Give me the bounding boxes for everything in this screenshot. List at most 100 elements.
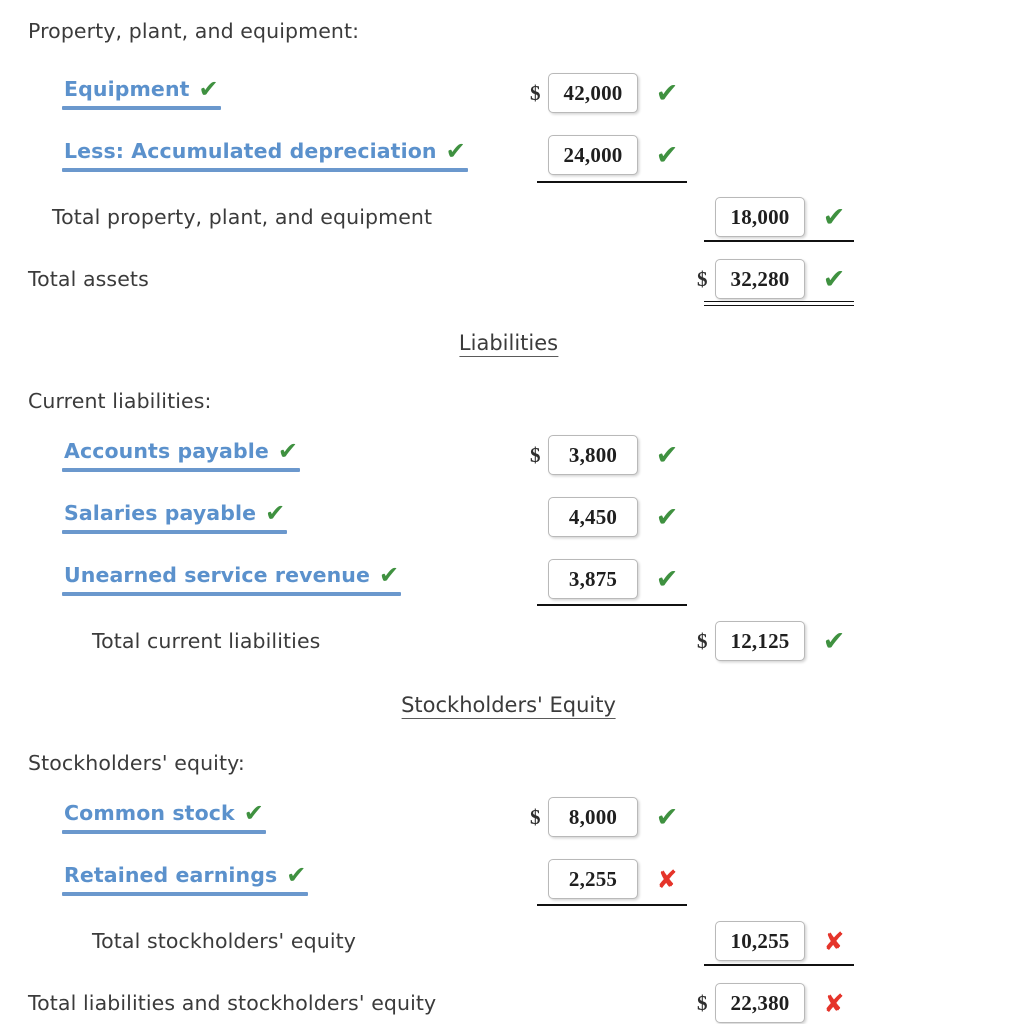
row-total-stockholders-equity: Total stockholders' equity $ 10,255 ✘ [0,910,1017,972]
value-column-2 [697,124,864,186]
currency-symbol: $ [697,266,708,291]
row-common-stock: Common stock ✔ $ 8,000 ✔ [0,786,1017,848]
value-total-stockholders-equity[interactable]: 10,255 [715,921,805,961]
section-heading-stockholders-equity: Stockholders' Equity [0,672,1017,740]
row-total-current-liabilities: Total current liabilities $ 12,125 ✔ [0,610,1017,672]
check-icon: ✔ [655,139,679,171]
total-liabilities-and-equity-label: Total liabilities and stockholders' equi… [28,991,437,1015]
account-select-common-stock[interactable]: Common stock ✔ [62,801,266,834]
total-current-liabilities-label: Total current liabilities [92,629,321,653]
account-select-unearned-service-revenue[interactable]: Unearned service revenue ✔ [62,560,402,596]
currency-symbol: $ [697,990,708,1015]
account-select-equipment[interactable]: Equipment ✔ [62,77,221,110]
check-icon: ✔ [655,77,679,109]
value-accumulated-depreciation[interactable]: 24,000 [548,135,638,175]
value-total-current-liabilities[interactable]: 12,125 [715,621,805,661]
check-icon: ✔ [265,498,286,527]
value-column-1: $ 42,000 ✔ [530,62,697,124]
row-total-assets: Total assets $ 32,280 ✔ [0,248,1017,310]
subtotal-rule [704,240,854,242]
ppe-header-label: Property, plant, and equipment: [28,19,360,43]
row-accumulated-depreciation: Less: Accumulated depreciation ✔ $ 24,00… [0,124,1017,186]
stockholders-equity-header-label: Stockholders' equity: [28,751,245,775]
value-column-1 [530,910,697,972]
balance-sheet-worksheet: Property, plant, and equipment: Equipmen… [0,0,1017,1024]
select-underline [62,467,300,472]
cross-icon: ✘ [823,926,845,956]
value-column-1: $ 4,450 ✔ [530,486,697,548]
value-accounts-payable[interactable]: 3,800 [548,435,638,475]
value-column-2: $ 22,380 ✘ [697,972,864,1024]
check-icon: ✔ [655,501,679,533]
select-underline [62,591,402,596]
row-unearned-service-revenue: Unearned service revenue ✔ $ 3,875 ✔ [0,548,1017,610]
subtotal-rule [537,904,687,906]
value-column-1: $ 3,800 ✔ [530,424,697,486]
section-header-ppe: Property, plant, and equipment: [0,0,1017,62]
select-underline [62,105,221,110]
liabilities-heading-text: Liabilities [458,331,559,357]
value-column-2: $ 10,255 ✘ [697,910,864,972]
stockholders-equity-heading-text: Stockholders' Equity [401,693,616,719]
row-accounts-payable: Accounts payable ✔ $ 3,800 ✔ [0,424,1017,486]
current-liabilities-header-label: Current liabilities: [28,389,212,413]
select-underline [62,167,468,172]
currency-symbol: $ [530,80,541,105]
account-select-accumulated-depreciation[interactable]: Less: Accumulated depreciation ✔ [62,139,468,172]
account-select-salaries-payable[interactable]: Salaries payable ✔ [62,498,288,534]
value-salaries-payable[interactable]: 4,450 [548,497,638,537]
check-icon: ✔ [655,439,679,471]
value-column-1 [530,248,697,310]
row-total-liabilities-and-stockholders-equity: Total liabilities and stockholders' equi… [0,972,1017,1024]
account-select-retained-earnings[interactable]: Retained earnings ✔ [62,860,309,896]
account-select-common-stock-label: Common stock [64,800,235,825]
select-underline [62,891,309,896]
check-icon: ✔ [198,74,219,103]
check-icon: ✔ [655,563,679,595]
value-column-1: $ 2,255 ✘ [530,848,697,910]
account-select-accounts-payable-label: Accounts payable [64,438,269,463]
account-select-salaries-payable-label: Salaries payable [64,500,257,525]
select-underline [62,829,266,834]
value-unearned-service-revenue[interactable]: 3,875 [548,559,638,599]
check-icon: ✔ [822,263,846,295]
check-icon: ✔ [445,136,466,165]
subtotal-rule [704,964,854,966]
value-column-1 [530,186,697,248]
total-assets-label: Total assets [28,267,149,291]
value-column-1 [530,972,697,1024]
account-select-equipment-label: Equipment [64,76,190,101]
check-icon: ✔ [822,625,846,657]
value-column-2 [697,848,864,910]
section-heading-liabilities: Liabilities [0,310,1017,378]
cross-icon: ✘ [656,864,678,894]
value-column-2 [697,62,864,124]
check-icon: ✔ [286,860,307,889]
currency-symbol: $ [697,628,708,653]
value-total-ppe[interactable]: 18,000 [715,197,805,237]
cross-icon: ✘ [823,988,845,1018]
value-equipment[interactable]: 42,000 [548,73,638,113]
account-select-accounts-payable[interactable]: Accounts payable ✔ [62,439,300,472]
value-retained-earnings[interactable]: 2,255 [548,859,638,899]
value-column-1: $ 8,000 ✔ [530,786,697,848]
check-icon: ✔ [378,560,400,589]
value-total-liabilities-and-equity[interactable]: 22,380 [715,983,805,1023]
value-column-1: $ 24,000 ✔ [530,124,697,186]
grand-total-rule [704,301,854,306]
value-total-assets[interactable]: 32,280 [715,259,805,299]
currency-symbol: $ [530,442,541,467]
value-column-2 [697,548,864,610]
value-column-2 [697,424,864,486]
select-underline [62,529,288,534]
value-column-2: $ 12,125 ✔ [697,610,864,672]
value-column-2 [697,486,864,548]
row-total-ppe: Total property, plant, and equipment $ 1… [0,186,1017,248]
value-common-stock[interactable]: 8,000 [548,797,638,837]
check-icon: ✔ [243,798,264,827]
value-column-1: $ 3,875 ✔ [530,548,697,610]
value-column-1 [530,610,697,672]
currency-symbol: $ [530,804,541,829]
subtotal-rule [537,181,687,183]
check-icon: ✔ [655,801,679,833]
